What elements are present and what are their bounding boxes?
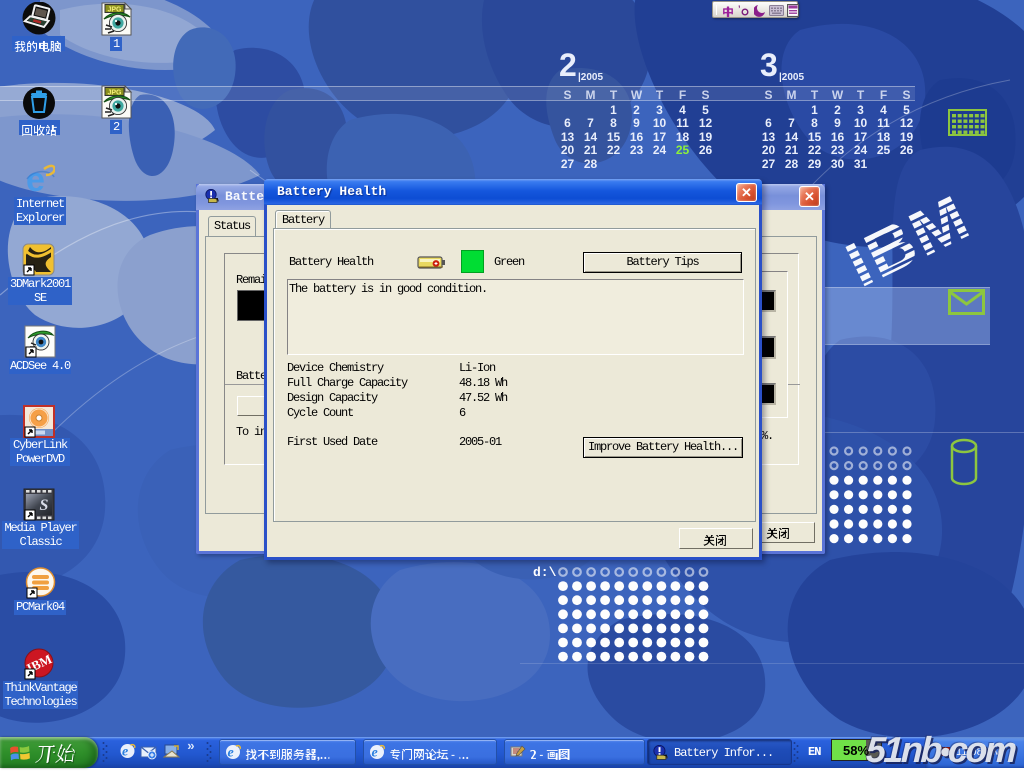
svg-text:e: e [26,163,45,195]
svg-text:S: S [40,497,49,514]
svg-text:’: ’ [738,5,741,14]
svg-text:e: e [372,746,378,761]
svg-text:e: e [228,746,234,761]
svg-text:e: e [122,745,128,760]
